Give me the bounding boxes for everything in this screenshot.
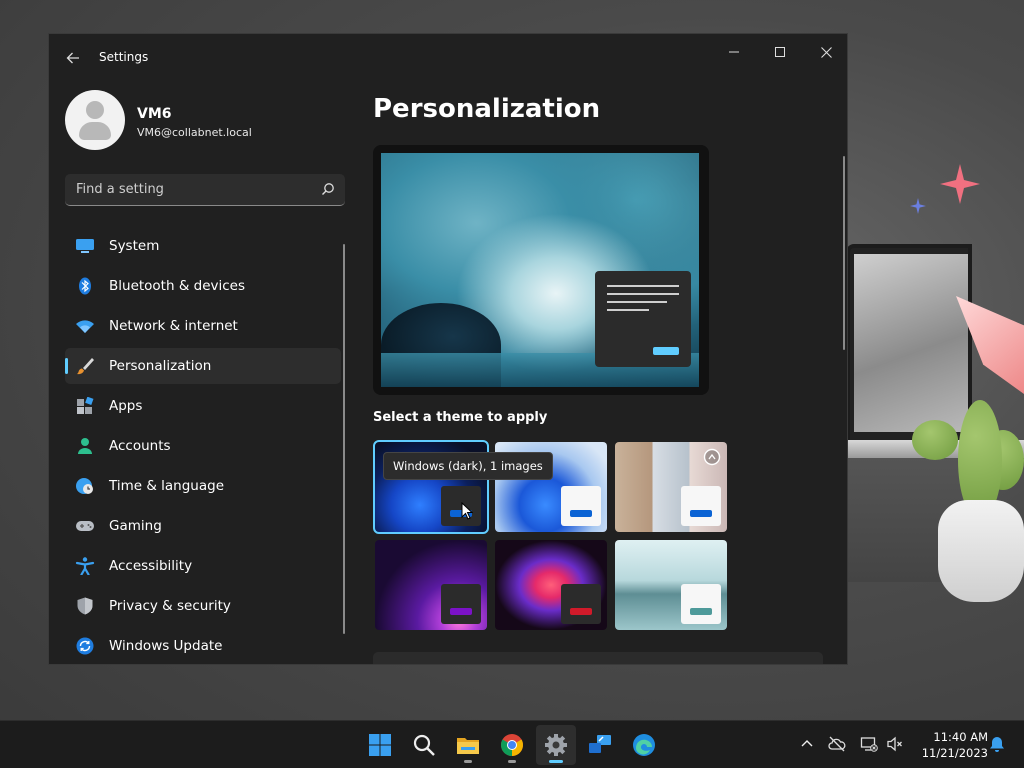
search-icon: [322, 183, 334, 195]
profile-email: VM6@collabnet.local: [137, 126, 252, 139]
settings-window: Settings VM6 VM6@collabnet.local Find a …: [48, 33, 848, 665]
sidebar-item-privacy-security[interactable]: Privacy & security: [65, 588, 341, 624]
wallpaper-preview-image: [381, 153, 699, 387]
content-scrollbar[interactable]: [843, 156, 845, 350]
sidebar-item-label: Gaming: [109, 518, 162, 534]
gamepad-icon: [76, 521, 94, 531]
sidebar-item-apps[interactable]: Apps: [65, 388, 341, 424]
sidebar-item-label: Accounts: [109, 438, 171, 454]
preview-mock-window: [595, 271, 691, 367]
desktop-laptop-image: [846, 244, 972, 454]
taskbar-clock[interactable]: 11:40 AM 11/21/2023: [912, 729, 988, 761]
sidebar-item-label: Apps: [109, 398, 143, 414]
back-arrow-icon: [66, 52, 79, 64]
sidebar-item-bluetooth[interactable]: Bluetooth & devices: [65, 268, 341, 304]
theme-tile-spotlight[interactable]: [615, 442, 727, 532]
taskbar-remote-desktop[interactable]: [580, 725, 620, 765]
wifi-icon: [76, 320, 94, 333]
taskbar: 11:40 AM 11/21/2023: [0, 720, 1024, 768]
sidebar-item-time-language[interactable]: Time & language: [65, 468, 341, 504]
chevron-up-icon[interactable]: [798, 735, 816, 753]
shield-icon: [77, 597, 93, 615]
settings-icon: [545, 734, 567, 756]
avatar: [65, 90, 125, 150]
sidebar-item-windows-update[interactable]: Windows Update: [65, 628, 341, 664]
remote-desktop-icon: [589, 735, 611, 753]
clock-date: 11/21/2023: [921, 746, 988, 760]
sidebar-item-accounts[interactable]: Accounts: [65, 428, 341, 464]
bluetooth-icon: [79, 277, 91, 295]
start-icon: [369, 734, 391, 756]
taskbar-search[interactable]: [404, 725, 444, 765]
taskbar-edge[interactable]: [624, 725, 664, 765]
person-icon: [78, 438, 92, 454]
sidebar-item-label: Network & internet: [109, 318, 238, 334]
maximize-icon: [775, 47, 785, 57]
theme-mini-window: [441, 584, 481, 624]
brush-icon: [77, 358, 94, 375]
update-icon: [76, 637, 94, 655]
theme-tile-flow[interactable]: [615, 540, 727, 630]
title-bar: Settings: [49, 34, 847, 82]
desktop-plant-pot: [938, 500, 1024, 602]
cloud-offline-icon[interactable]: [828, 735, 846, 753]
theme-mini-window: [681, 486, 721, 526]
theme-mini-window: [561, 486, 601, 526]
minimize-button[interactable]: [711, 38, 757, 66]
file-explorer-icon: [457, 738, 479, 754]
profile-name: VM6: [137, 106, 172, 122]
clock-time: 11:40 AM: [933, 730, 988, 744]
theme-mini-window: [561, 584, 601, 624]
maximize-button[interactable]: [757, 38, 803, 66]
close-icon: [820, 47, 832, 58]
settings-card[interactable]: [373, 652, 823, 664]
sidebar-item-personalization[interactable]: Personalization: [65, 348, 341, 384]
theme-tooltip: Windows (dark), 1 images: [383, 452, 553, 480]
mouse-cursor-icon: [461, 502, 473, 520]
accessibility-icon: [75, 557, 95, 575]
taskbar-settings[interactable]: [536, 725, 576, 765]
window-title: Settings: [99, 50, 149, 64]
edge-icon: [633, 734, 655, 756]
sidebar-nav: System Bluetooth & devices Network & int…: [65, 228, 341, 664]
search-icon: [413, 734, 435, 756]
sidebar-item-label: Accessibility: [109, 558, 193, 574]
volume-muted-icon[interactable]: [886, 735, 904, 753]
theme-section-heading: Select a theme to apply: [373, 410, 548, 425]
apps-icon: [77, 397, 94, 414]
taskbar-file-explorer[interactable]: [448, 725, 488, 765]
sidebar-item-label: Windows Update: [109, 638, 223, 654]
desktop-sparkle-blue: [910, 198, 926, 214]
sidebar-item-network[interactable]: Network & internet: [65, 308, 341, 344]
theme-mini-window: [681, 584, 721, 624]
theme-tile-glow[interactable]: [375, 540, 487, 630]
sidebar-scrollbar[interactable]: [343, 244, 345, 634]
sidebar-item-accessibility[interactable]: Accessibility: [65, 548, 341, 584]
sidebar-item-label: Personalization: [109, 358, 212, 374]
minimize-icon: [729, 51, 739, 53]
sidebar-item-label: Privacy & security: [109, 598, 231, 614]
theme-preview: [373, 145, 709, 395]
desktop-cactus-pad-left: [912, 420, 958, 460]
sidebar-item-label: Time & language: [109, 478, 225, 494]
page-title: Personalization: [373, 94, 601, 124]
chrome-icon: [501, 734, 523, 756]
search-box[interactable]: [65, 174, 345, 206]
back-button[interactable]: [61, 46, 85, 70]
notification-bell-icon[interactable]: [988, 735, 1006, 753]
taskbar-chrome[interactable]: [492, 725, 532, 765]
taskbar-start[interactable]: [360, 725, 400, 765]
search-input[interactable]: [65, 174, 315, 205]
network-icon[interactable]: [860, 735, 878, 753]
theme-tile-captured-motion[interactable]: [495, 540, 607, 630]
sidebar-item-gaming[interactable]: Gaming: [65, 508, 341, 544]
desktop-sparkle-pink: [940, 164, 980, 204]
close-button[interactable]: [803, 38, 847, 66]
system-icon: [76, 239, 94, 253]
globe-clock-icon: [76, 478, 93, 494]
sidebar-item-system[interactable]: System: [65, 228, 341, 264]
spotlight-badge-icon: [703, 448, 721, 466]
sidebar-item-label: Bluetooth & devices: [109, 278, 246, 294]
sidebar-item-label: System: [109, 238, 160, 254]
